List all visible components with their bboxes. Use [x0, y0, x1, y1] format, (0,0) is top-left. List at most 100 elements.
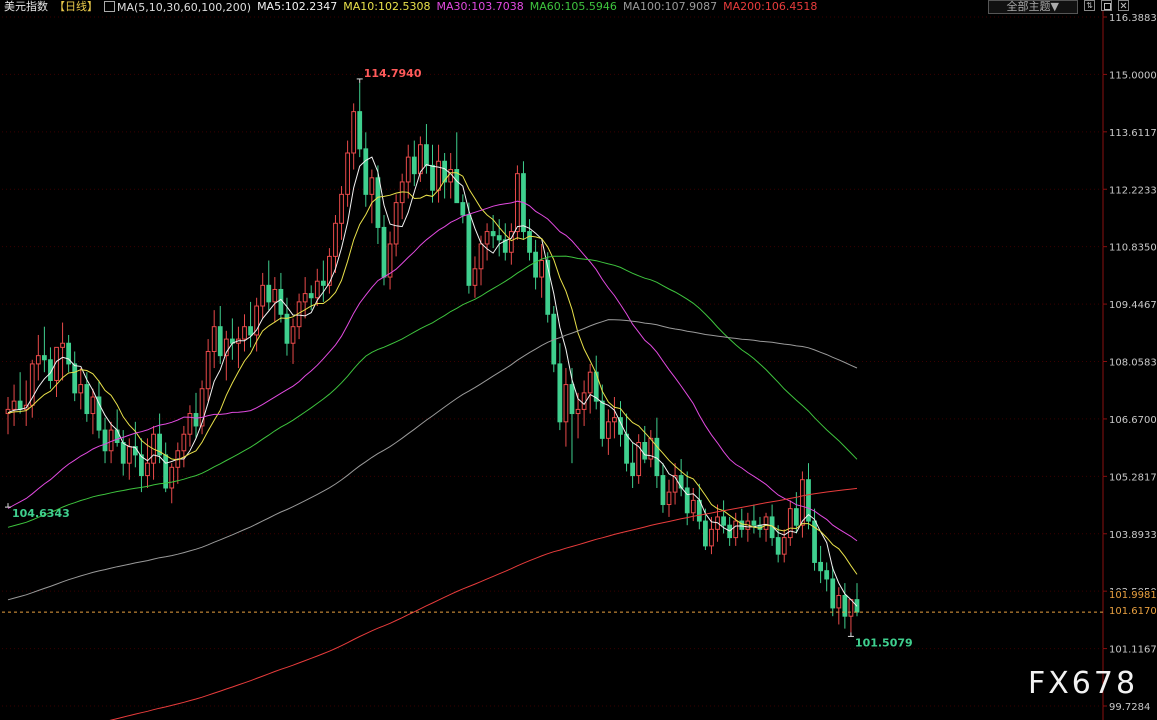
candle-up: [181, 433, 187, 452]
candle-down: [357, 111, 363, 150]
candle-up: [11, 400, 17, 410]
candle-down: [266, 284, 272, 303]
candle-up: [145, 462, 150, 477]
theme-select[interactable]: 全部主题▼: [987, 0, 1078, 14]
candle-down: [569, 384, 575, 415]
last-price-tag: 101.9981: [1107, 590, 1157, 602]
candle-up: [563, 384, 569, 423]
candle-up: [575, 408, 581, 415]
candle-up: [393, 202, 399, 245]
candle-down: [818, 561, 823, 572]
low-annotation: 101.5079: [855, 636, 913, 649]
candle-up: [478, 243, 484, 270]
candle-down: [42, 355, 47, 361]
candle-down: [320, 280, 326, 286]
close-icon[interactable]: [1118, 0, 1129, 11]
candle-up: [211, 326, 217, 353]
candle-up: [126, 446, 132, 464]
candle-down: [96, 396, 102, 431]
y-tick-label: 108.0583: [1109, 358, 1157, 369]
cursor-price-tag: 101.6170: [1107, 606, 1157, 618]
candle-down: [381, 226, 387, 278]
instrument-name: 美元指数: [4, 0, 48, 13]
candle-down: [17, 400, 23, 410]
candle-down: [739, 520, 745, 530]
candle-down: [84, 384, 90, 415]
candle-up: [800, 479, 805, 526]
toolbar: 全部主题▼ ⇅: [987, 0, 1129, 14]
candle-up: [690, 499, 696, 514]
candle-down: [278, 288, 284, 315]
candle-down: [120, 441, 126, 464]
candle-down: [557, 363, 563, 423]
ma60-line: [7, 255, 858, 528]
candle-down: [248, 326, 253, 336]
indicator-icon: [104, 1, 115, 12]
y-tick-label: 115.0000: [1109, 70, 1157, 81]
candle-up: [515, 173, 520, 233]
candle-down: [842, 595, 848, 617]
candle-down: [703, 520, 708, 547]
y-tick-label: 110.8350: [1109, 243, 1157, 254]
ma10-value: MA10:102.5308: [343, 0, 431, 13]
candle-up: [29, 363, 35, 406]
candle-down: [375, 177, 381, 228]
candle-down: [824, 570, 830, 580]
candle-up: [539, 260, 545, 278]
candle-down: [466, 214, 472, 286]
candle-up: [417, 144, 423, 175]
candle-up: [587, 371, 593, 394]
ma-params[interactable]: MA(5,10,30,60,100,200): [104, 0, 251, 14]
candle-up: [205, 351, 211, 390]
candle-up: [484, 231, 490, 245]
candle-up: [272, 288, 278, 303]
ma30-value: MA30:103.7038: [436, 0, 524, 13]
candle-up: [60, 342, 65, 348]
candle-up: [351, 111, 357, 154]
candle-down: [630, 462, 636, 477]
candle-down: [684, 487, 690, 514]
candle-up: [763, 516, 769, 530]
y-tick-label: 99.7284: [1109, 702, 1150, 713]
candle-up: [314, 280, 320, 299]
y-tick-label: 113.6117: [1109, 128, 1157, 139]
candle-up: [169, 466, 175, 489]
candle-up: [405, 156, 411, 183]
candle-up: [339, 193, 344, 224]
period-label[interactable]: 【日线】: [54, 0, 98, 14]
candle-down: [654, 437, 660, 477]
candle-up: [242, 326, 247, 340]
candle-down: [460, 202, 466, 216]
candle-up: [787, 508, 793, 539]
candle-down: [775, 537, 781, 555]
ma100-value: MA100:107.9087: [622, 0, 718, 13]
candlestick-chart[interactable]: 116.3883 115.0000 113.6117 112.2233 110.8350…: [0, 0, 1157, 720]
candle-up: [90, 396, 96, 415]
candle-up: [709, 528, 714, 547]
maximize-icon[interactable]: [1101, 0, 1112, 11]
candle-up: [436, 160, 441, 191]
high-annotation: 114.7940: [364, 67, 422, 80]
candle-down: [533, 251, 538, 278]
candle-up: [581, 392, 587, 410]
candle-down: [599, 400, 605, 439]
y-tick-label: 106.6700: [1109, 415, 1157, 426]
sort-icon[interactable]: ⇅: [1084, 0, 1095, 11]
y-tick-label: 101.1167: [1109, 645, 1157, 656]
candle-up: [369, 177, 375, 195]
candle-down: [678, 475, 684, 489]
candle-up: [612, 417, 617, 423]
candle-up: [333, 222, 338, 257]
y-tick-label: 109.4467: [1109, 300, 1157, 311]
ma200-value: MA200:106.4518: [723, 0, 818, 13]
candle-down: [72, 363, 78, 394]
y-tick-label: 116.3883: [1109, 13, 1157, 24]
candle-up: [733, 520, 739, 539]
candle-up: [781, 537, 787, 555]
candle-down: [660, 475, 666, 506]
candle-down: [193, 413, 199, 427]
candle-down: [751, 520, 757, 526]
y-tick-label: 112.2233: [1109, 185, 1157, 196]
candle-up: [472, 268, 478, 286]
candle-down: [496, 235, 502, 241]
